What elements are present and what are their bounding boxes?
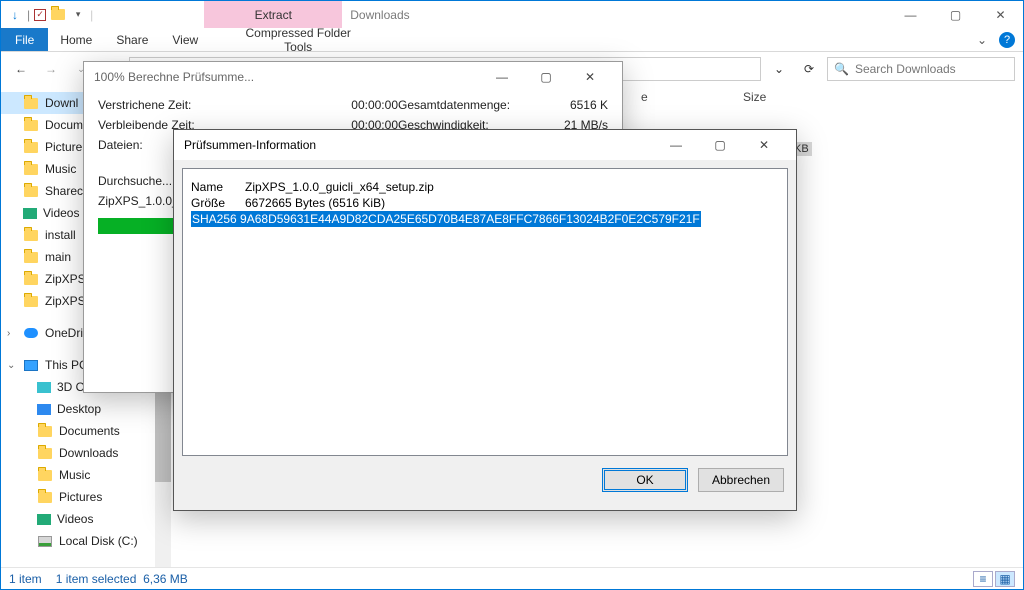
tree-documents2[interactable]: Documents [1,420,171,442]
quick-access-toolbar: ↓ | ✓ ▾ | [1,1,99,28]
status-item-count: 1 item [9,572,42,586]
tree-label: Docum [45,118,83,132]
tree-label: Downl [45,96,78,110]
forward-button[interactable]: → [39,57,63,81]
refresh-button[interactable]: ⟳ [797,62,821,76]
tree-videos2[interactable]: Videos [1,508,171,530]
tree-label: Desktop [57,402,101,416]
tree-label: Music [45,162,76,176]
chevron-right-icon[interactable]: › [7,328,10,339]
status-selected: 1 item selected 6,36 MB [56,572,188,586]
dialog-minimize-button[interactable]: — [480,63,524,91]
tree-label: install [45,228,76,242]
tree-label: Picture [45,140,82,154]
dialog-minimize-button[interactable]: — [654,131,698,159]
tree-downloads2[interactable]: Downloads [1,442,171,464]
dialog-maximize-button[interactable]: ▢ [524,63,568,91]
size-value: 6672665 Bytes (6516 KiB) [245,195,385,211]
total-label: Gesamtdatenmenge: [398,98,528,112]
contextual-tab-extract[interactable]: Extract [204,1,342,28]
dialog-titlebar[interactable]: Prüfsummen-Information — ▢ ✕ [174,130,796,160]
tab-home[interactable]: Home [48,28,104,51]
checkbox-icon[interactable]: ✓ [34,9,46,21]
name-value: ZipXPS_1.0.0_guicli_x64_setup.zip [245,179,434,195]
checksum-info-dialog: Prüfsummen-Information — ▢ ✕ Name ZipXPS_… [173,129,797,511]
close-button[interactable]: ✕ [978,1,1023,28]
minimize-button[interactable]: — [888,1,933,28]
window-title: Downloads [342,1,888,28]
tree-pictures2[interactable]: Pictures [1,486,171,508]
view-large-icons-button[interactable]: ▦ [995,571,1015,587]
tree-label: ZipXPS [45,294,86,308]
name-key: Name [191,179,239,195]
chevron-down-icon[interactable]: ⌄ [7,360,15,371]
help-icon[interactable]: ? [999,32,1015,48]
search-box[interactable]: 🔍 Search Downloads [827,57,1015,81]
size-key: Größe [191,195,239,211]
dialog-maximize-button[interactable]: ▢ [698,131,742,159]
dialog-close-button[interactable]: ✕ [568,63,612,91]
dialog-close-button[interactable]: ✕ [742,131,786,159]
tree-desktop[interactable]: Desktop [1,398,171,420]
search-icon: 🔍 [834,62,849,76]
ok-button[interactable]: OK [602,468,688,492]
tree-label: Videos [57,512,93,526]
tab-file[interactable]: File [1,28,48,51]
back-button[interactable]: ← [9,57,33,81]
elapsed-value: 00:00:00 [298,98,398,112]
tree-local-disk[interactable]: Local Disk (C:) [1,530,171,552]
total-value: 6516 K [528,98,608,112]
tree-music2[interactable]: Music [1,464,171,486]
tree-label: Videos [43,206,79,220]
down-arrow-icon[interactable]: ↓ [7,7,23,23]
tab-view[interactable]: View [160,28,210,51]
search-placeholder: Search Downloads [855,62,956,76]
tab-share[interactable]: Share [104,28,160,51]
tree-label: This PC [45,358,88,372]
ribbon-tabs: File Home Share View Compressed Folder T… [1,28,1023,52]
maximize-button[interactable]: ▢ [933,1,978,28]
tree-label: Local Disk (C:) [59,534,138,548]
cancel-button[interactable]: Abbrechen [698,468,784,492]
ribbon-expand-icon[interactable]: ⌄ [969,28,995,51]
dialog-titlebar[interactable]: 100% Berechne Prüfsumme... — ▢ ✕ [84,62,622,92]
tree-label: Music [59,468,90,482]
qat-dropdown-icon[interactable]: ▾ [70,7,86,23]
tree-label: Pictures [59,490,102,504]
checksum-text-area[interactable]: Name ZipXPS_1.0.0_guicli_x64_setup.zip Gr… [182,168,788,456]
tree-label: Downloads [59,446,118,460]
dialog-title: 100% Berechne Prüfsumme... [94,70,254,84]
address-dropdown-icon[interactable]: ⌄ [767,62,791,76]
view-details-button[interactable]: ≡ [973,571,993,587]
tree-label: ZipXPS [45,272,86,286]
elapsed-label: Verstrichene Zeit: [98,98,298,112]
folder-icon [50,7,66,23]
window-titlebar: ↓ | ✓ ▾ | Extract Downloads — ▢ ✕ [1,1,1023,28]
status-bar: 1 item 1 item selected 6,36 MB ≡ ▦ [1,567,1023,589]
tree-label: Documents [59,424,120,438]
hash-line[interactable]: SHA256 9A68D59631E44A9D82CDA25E65D70B4E8… [191,211,701,227]
tab-compressed-folder-tools[interactable]: Compressed Folder Tools [229,28,367,51]
dialog-title: Prüfsummen-Information [184,138,316,152]
tree-label: main [45,250,71,264]
tree-label: Sharec [45,184,83,198]
